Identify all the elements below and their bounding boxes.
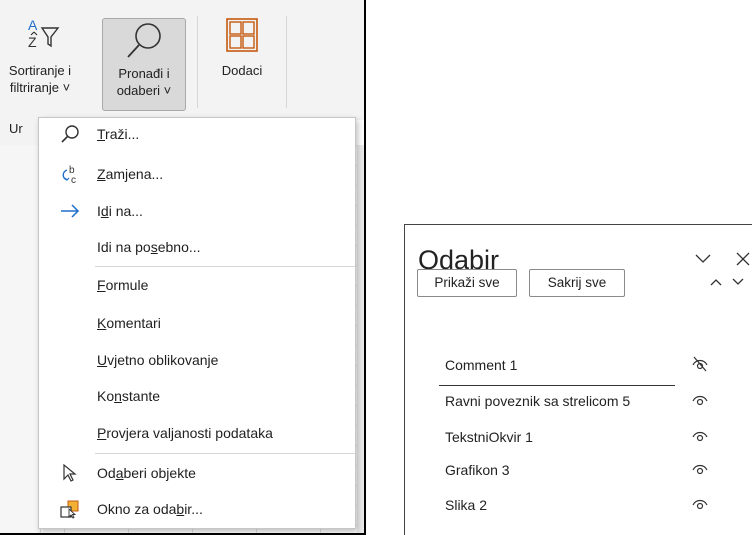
scrollbar-edge[interactable] (357, 145, 364, 533)
object-name: TekstniOkvir 1 (445, 429, 533, 445)
menu-item-replace[interactable]: b c Zamjena... (39, 159, 355, 189)
send-backward-icon[interactable] (732, 278, 744, 286)
find-select-button[interactable]: Pronađi i odaberi ˅ (102, 18, 186, 111)
eye-visible-icon[interactable] (691, 391, 709, 409)
menu-item-label: Uvjetno oblikovanje (97, 352, 219, 368)
svg-text:c: c (71, 175, 76, 185)
eye-hidden-icon[interactable] (691, 355, 709, 373)
cursor-arrow-icon (63, 463, 77, 482)
hide-all-button[interactable]: Sakrij sve (529, 269, 625, 297)
pane-object-row[interactable]: Comment 1 (445, 351, 745, 379)
menu-item-label: Idi na... (97, 203, 143, 219)
eye-visible-icon[interactable] (691, 460, 709, 478)
sort-filter-button[interactable]: A Z Sortiranje i filtriranje ˅ (0, 16, 88, 96)
menu-item-select-objects[interactable]: Odaberi objekte (39, 458, 355, 488)
addins-button[interactable]: Dodaci (207, 16, 277, 79)
sort-filter-icon: A Z (28, 17, 60, 50)
bring-forward-icon[interactable] (710, 278, 722, 286)
pane-object-row[interactable]: Slika 2 (445, 491, 745, 519)
menu-item-find[interactable]: Traži... (39, 119, 355, 149)
find-select-menu: Traži... b c Zamjena... Idi na... Idi na… (38, 117, 356, 529)
ribbon-group-label: Ur (9, 121, 23, 136)
menu-item-constants[interactable]: Konstante (39, 381, 355, 411)
menu-item-label: Traži... (97, 126, 140, 142)
menu-separator (95, 453, 355, 454)
addins-grid-icon (226, 18, 258, 52)
ribbon-separator (197, 16, 198, 108)
menu-item-label: Konstante (97, 388, 161, 404)
chevron-down-icon[interactable] (695, 253, 711, 265)
pane-object-row[interactable]: Grafikon 3 (445, 456, 745, 484)
row-header-strip (0, 145, 41, 533)
menu-item-label: Zamjena... (97, 166, 164, 182)
svg-text:Z: Z (28, 34, 37, 50)
sort-filter-label-1: Sortiranje i (8, 63, 72, 78)
find-select-label-2: odaberi ˅ (116, 83, 172, 98)
magnifier-icon (127, 23, 161, 58)
object-name: Ravni poveznik sa strelicom 5 (445, 393, 631, 409)
menu-item-label: Formule (97, 277, 149, 293)
menu-item-label: Okno za odabir... (97, 501, 203, 517)
sort-filter-label-2: filtriranje ˅ (9, 80, 71, 95)
object-name: Comment 1 (445, 357, 518, 373)
replace-icon: b c (62, 165, 76, 185)
arrow-right-icon (61, 204, 80, 218)
menu-item-conditional-formatting[interactable]: Uvjetno oblikovanje (39, 345, 355, 375)
find-select-screenshot: A Z Sortiranje i filtriranje ˅ Pronađi i… (0, 0, 366, 535)
object-name: Grafikon 3 (445, 462, 510, 478)
menu-item-selection-pane[interactable]: Okno za odabir... (39, 494, 355, 524)
menu-separator (95, 266, 355, 267)
ribbon: A Z Sortiranje i filtriranje ˅ Pronađi i… (0, 0, 364, 120)
menu-item-label: Komentari (97, 315, 161, 331)
find-select-label-1: Pronađi i (118, 66, 170, 81)
menu-item-go-to-special[interactable]: Idi na posebno... (39, 232, 355, 262)
search-icon (61, 125, 79, 143)
selection-pane-icon (60, 500, 79, 519)
eye-visible-icon[interactable] (691, 427, 709, 445)
menu-item-data-validation[interactable]: Provjera valjanosti podataka (39, 418, 355, 448)
ribbon-separator (286, 16, 287, 108)
pane-object-row[interactable]: TekstniOkvir 1 (445, 423, 745, 451)
eye-visible-icon[interactable] (691, 495, 709, 513)
object-name: Slika 2 (445, 497, 488, 513)
menu-item-label: Idi na posebno... (97, 239, 201, 255)
show-all-button[interactable]: Prikaži sve (417, 269, 517, 297)
menu-item-label: Odaberi objekte (97, 465, 196, 481)
menu-item-formulas[interactable]: Formule (39, 270, 355, 300)
selection-pane: Odabir Prikaži sve Sakrij sve Comment 1 … (404, 224, 752, 535)
menu-item-label: Provjera valjanosti podataka (97, 425, 273, 441)
row-divider (439, 385, 675, 386)
menu-item-go-to[interactable]: Idi na... (39, 196, 355, 226)
addins-label: Dodaci (221, 63, 263, 78)
pane-object-row[interactable]: Ravni poveznik sa strelicom 5 (445, 387, 745, 415)
close-icon[interactable] (735, 251, 751, 267)
menu-item-comments[interactable]: Komentari (39, 308, 355, 338)
svg-text:A: A (28, 17, 38, 33)
